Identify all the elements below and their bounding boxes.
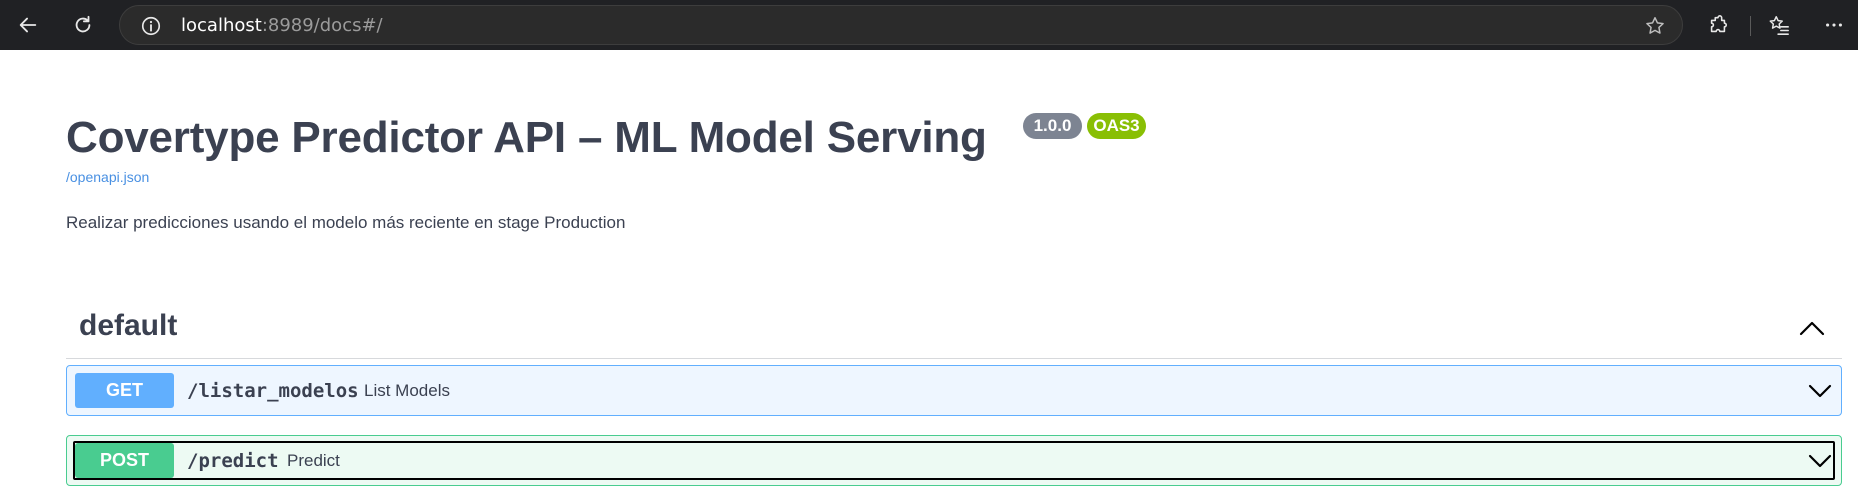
refresh-button[interactable] [65,9,101,41]
operation-path: /listar_modelos [187,380,359,402]
url-host: localhost [181,15,262,36]
api-description: Realizar predicciones usando el modelo m… [66,213,626,232]
favorites-button[interactable] [1761,9,1797,41]
refresh-icon [75,15,91,33]
puzzle-icon [1710,15,1728,33]
page-title: Covertype Predictor API – ML Model Servi… [66,113,987,162]
chevron-down-icon[interactable] [1807,448,1833,474]
url-text[interactable]: localhost:8989/docs#/ [181,15,383,37]
operation-summary: List Models [364,381,450,400]
oas-badge: OAS3 [1087,113,1146,139]
operation-get-listar-modelos[interactable]: GET /listar_modelos List Models [66,365,1842,416]
favorite-star-icon[interactable] [1644,15,1666,37]
more-dots-icon [1826,23,1842,27]
back-arrow-icon [19,17,37,33]
info-icon[interactable] [140,15,162,37]
browser-toolbar: localhost:8989/docs#/ [0,0,1858,50]
extensions-button[interactable] [1700,9,1736,41]
openapi-json-link[interactable]: /openapi.json [66,169,149,185]
toolbar-divider [1750,16,1751,36]
method-badge-get: GET [75,373,174,408]
back-button[interactable] [10,9,46,41]
operation-summary: Predict [287,451,340,470]
favorites-list-icon [1769,16,1789,35]
address-bar[interactable]: localhost:8989/docs#/ [119,5,1683,45]
chevron-down-icon[interactable] [1807,378,1833,404]
operation-path: /predict [187,450,279,472]
operation-post-predict[interactable]: POST /predict Predict [66,435,1842,486]
more-menu-button[interactable] [1816,9,1852,41]
tag-name: default [79,309,178,342]
version-badge: 1.0.0 [1023,113,1082,139]
chevron-up-icon[interactable] [1798,316,1826,340]
url-path: :8989/docs#/ [261,15,383,36]
tag-section-header[interactable]: default [66,300,1842,359]
method-badge-post: POST [75,443,174,478]
